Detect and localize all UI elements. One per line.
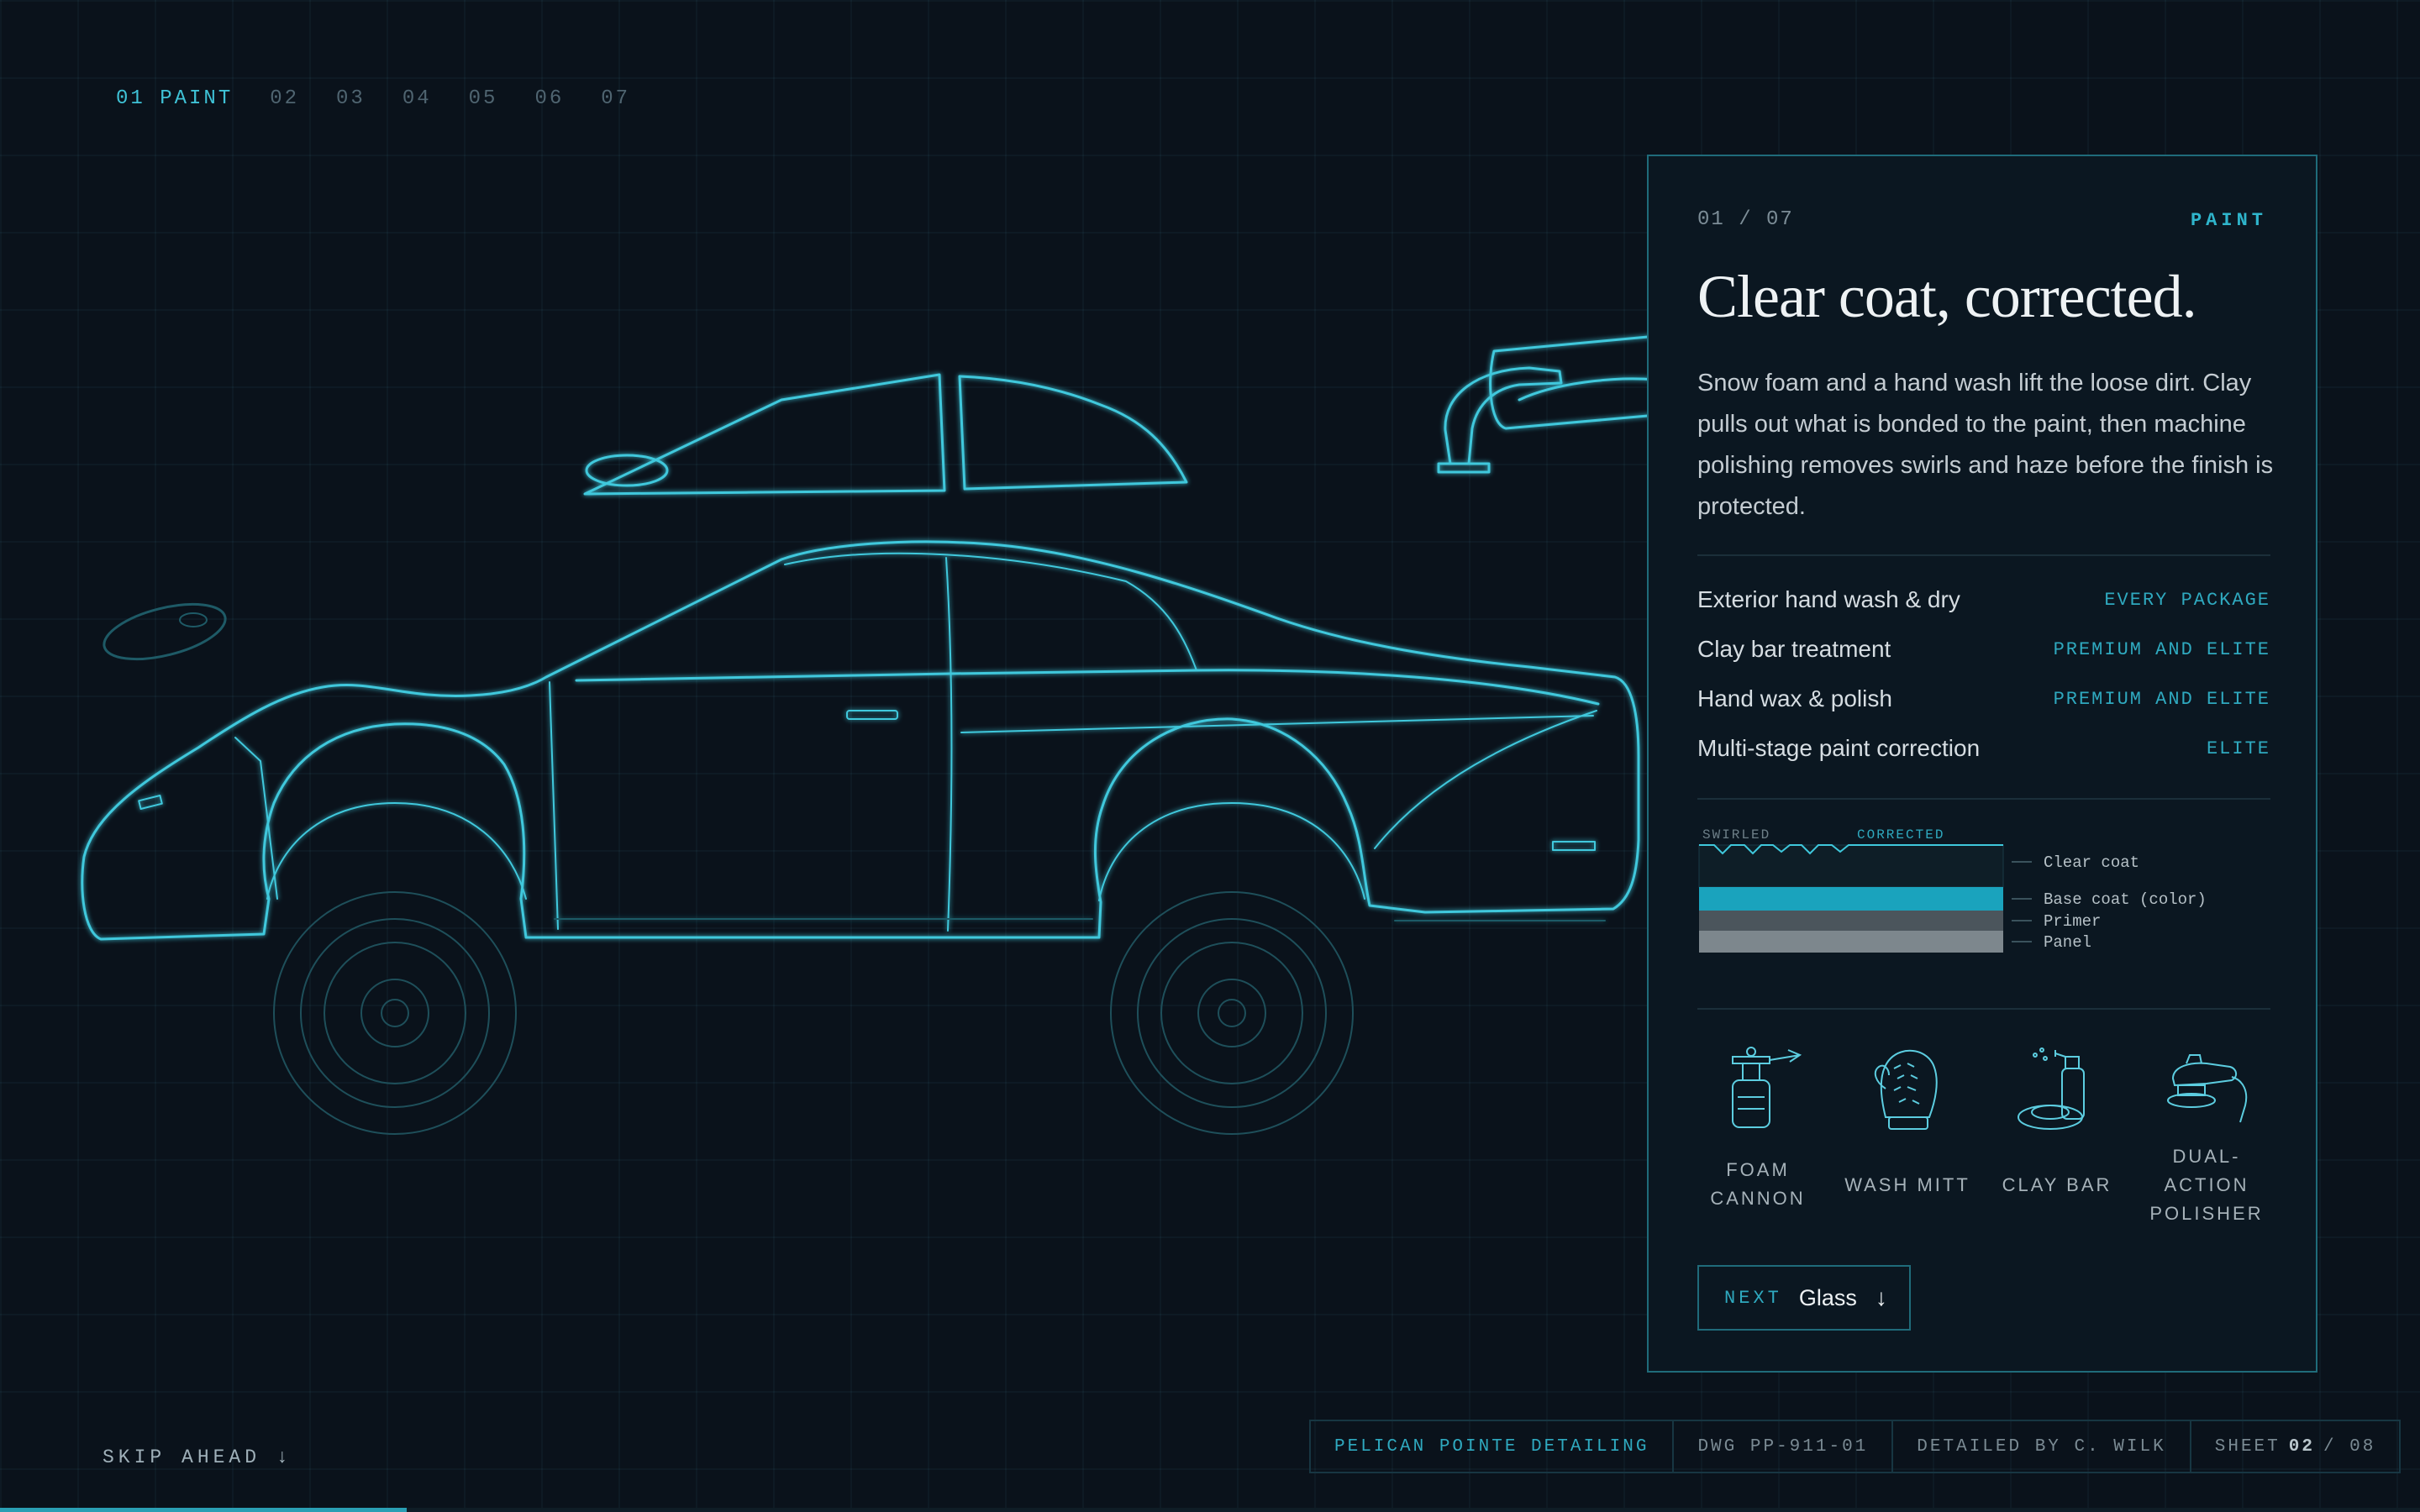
- clear-coat-layer: [1698, 844, 2004, 888]
- layer-label: Panel: [2044, 933, 2091, 952]
- base-coat-layer: [1699, 887, 2003, 911]
- service-tier: EVERY PACKAGE: [2104, 589, 2270, 611]
- sheet-prefix: SHEET: [2214, 1436, 2281, 1457]
- primer-layer: [1699, 911, 2003, 931]
- floating-windows: [583, 373, 1188, 496]
- scroll-progress-bar: [0, 1508, 2420, 1512]
- service-row: Multi-stage paint correction ELITE: [1697, 732, 2270, 765]
- step-counter: 01 / 07: [1697, 208, 1794, 231]
- next-step-label: Glass: [1798, 1284, 1857, 1310]
- layer-label: Base coat (color): [2044, 890, 2207, 909]
- tool-label: CANNON: [1710, 1188, 1806, 1209]
- next-kicker: NEXT: [1724, 1287, 1782, 1309]
- layer-label: Clear coat: [2044, 853, 2139, 872]
- corrected-label: CORRECTED: [1857, 828, 1944, 843]
- drawing-number: DWG PP-911-01: [1672, 1421, 1891, 1472]
- divider: [1697, 798, 2270, 800]
- drawing-title-block: PELICAN POINTE DETAILING DWG PP-911-01 D…: [1309, 1420, 2402, 1473]
- service-name: Multi-stage paint correction: [1697, 735, 1981, 761]
- service-row: Hand wax & polish PREMIUM AND ELITE: [1697, 682, 2270, 716]
- tool-da-polisher: DUAL- ACTION POLISHER: [2139, 1038, 2274, 1228]
- panel-layer: [1699, 931, 2003, 953]
- front-wheel: [1110, 891, 1354, 1135]
- tool-label: DUAL-: [2172, 1146, 2241, 1167]
- panel-description: Snow foam and a hand wash lift the loose…: [1697, 370, 2274, 520]
- tool-foam-cannon: FOAM CANNON: [1691, 1038, 1825, 1213]
- divider: [1697, 1008, 2270, 1010]
- tool-label: ACTION: [2164, 1174, 2249, 1195]
- step-info-panel: 01 / 07 PAINT Clear coat, corrected. Sno…: [1647, 155, 2317, 1373]
- detached-light: [103, 602, 227, 661]
- paint-layer-diagram: SWIRLED CORRECTED Clear coat Base coat (…: [1698, 828, 2207, 953]
- service-tier: PREMIUM AND ELITE: [2053, 638, 2270, 660]
- service-name: Exterior hand wash & dry: [1697, 586, 1960, 612]
- panel-title: Clear coat, corrected.: [1697, 263, 2197, 330]
- service-row: Exterior hand wash & dry EVERY PACKAGE: [1697, 583, 2270, 617]
- tool-label: FOAM: [1726, 1159, 1790, 1180]
- tool-clay-bar: CLAY BAR: [1990, 1038, 2124, 1200]
- clay-bar-icon: [2018, 1047, 2085, 1130]
- section-label: PAINT: [2190, 210, 2267, 231]
- sheet-number: SHEET 02 / 08: [2189, 1421, 2400, 1472]
- next-step-button[interactable]: NEXT Glass ↓: [1697, 1265, 1911, 1331]
- service-tier: PREMIUM AND ELITE: [2053, 688, 2270, 710]
- tool-label: CLAY BAR: [2002, 1174, 2112, 1195]
- sheet-total: / 08: [2323, 1436, 2376, 1457]
- wash-mitt-icon: [1874, 1049, 1938, 1130]
- brand-name: PELICAN POINTE DETAILING: [1334, 1436, 1649, 1457]
- skip-ahead-link[interactable]: SKIP AHEAD ↓: [103, 1446, 292, 1468]
- arrow-down-icon: ↓: [1875, 1284, 1887, 1310]
- service-row: Clay bar treatment PREMIUM AND ELITE: [1697, 633, 2270, 666]
- tool-label: WASH MITT: [1844, 1174, 1970, 1195]
- service-tier: ELITE: [2206, 738, 2270, 759]
- rear-wheel: [273, 891, 517, 1135]
- tool-wash-mitt: WASH MITT: [1840, 1038, 1975, 1200]
- foam-cannon-icon: [1732, 1047, 1802, 1128]
- swirled-label: SWIRLED: [1702, 828, 1770, 843]
- floating-spoiler: [1437, 334, 1659, 474]
- scroll-progress-fill: [0, 1508, 407, 1512]
- tool-label: POLISHER: [2149, 1203, 2264, 1224]
- layer-label: Primer: [2044, 912, 2101, 931]
- sheet-current: 02: [2288, 1436, 2315, 1457]
- polisher-icon: [2167, 1054, 2248, 1123]
- service-name: Clay bar treatment: [1697, 636, 1891, 662]
- car-body: [81, 540, 1640, 941]
- detailed-by: DETAILED BY C. WILK: [1891, 1421, 2189, 1472]
- service-name: Hand wax & polish: [1697, 685, 1892, 711]
- divider: [1697, 554, 2270, 556]
